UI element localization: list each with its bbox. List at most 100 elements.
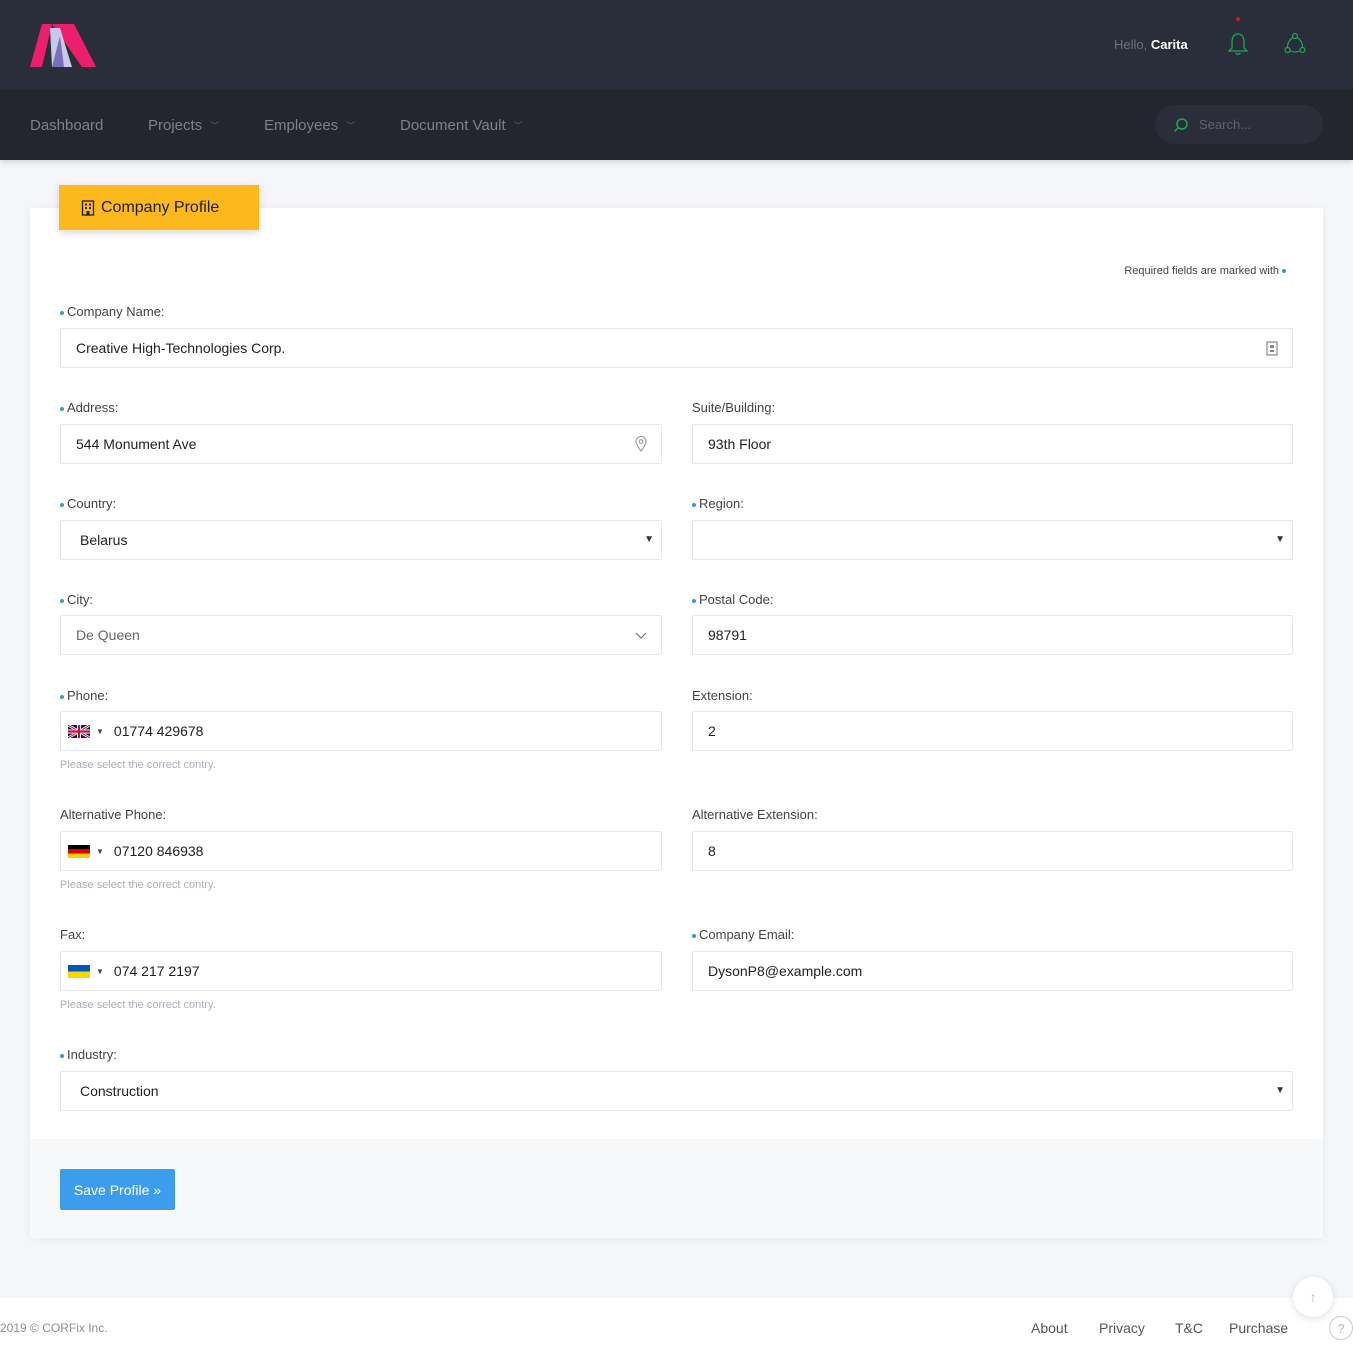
footer-link-privacy[interactable]: Privacy — [1099, 1320, 1145, 1336]
suite-label-text: Suite/Building: — [692, 400, 776, 415]
required-dot — [60, 598, 64, 603]
postal-code-label: Postal Code: — [692, 592, 773, 607]
region-select[interactable]: ▼ — [692, 520, 1293, 560]
city-select[interactable]: De Queen — [60, 615, 662, 655]
copyright-text: 2019 © CORFix Inc. — [0, 1321, 108, 1335]
required-dot — [1282, 269, 1286, 274]
phone-country-picker[interactable]: ▼ — [68, 724, 104, 738]
card-title-badge: Company Profile — [59, 185, 259, 230]
arrow-up-icon: ↑ — [1309, 1289, 1317, 1305]
phone-hint: Please select the correct contry. — [60, 759, 216, 771]
search-input[interactable] — [1199, 117, 1309, 132]
nav-document-vault-label: Document Vault — [400, 117, 506, 134]
region-label: Region: — [692, 496, 744, 511]
required-dot — [60, 694, 64, 699]
alt-phone-label-text: Alternative Phone: — [60, 807, 167, 822]
postal-code-label-text: Postal Code: — [699, 592, 774, 607]
company-email-input[interactable]: DysonP8@example.com — [692, 951, 1293, 991]
card-title: Company Profile — [101, 198, 220, 216]
question-mark-icon: ? — [1337, 1320, 1345, 1336]
alt-phone-country-picker[interactable]: ▼ — [68, 844, 104, 858]
required-dot — [692, 502, 696, 507]
alt-extension-label: Alternative Extension: — [692, 807, 818, 822]
country-select[interactable]: Belarus ▼ — [60, 520, 662, 560]
industry-label-text: Industry: — [67, 1047, 117, 1062]
extension-value: 2 — [708, 723, 716, 739]
suite-input[interactable]: 93th Floor — [692, 424, 1293, 464]
suite-label: Suite/Building: — [692, 400, 775, 415]
nav-dashboard-label: Dashboard — [30, 117, 104, 134]
caret-down-icon: ▼ — [96, 726, 104, 736]
share-network-icon[interactable] — [1284, 32, 1306, 56]
footer-link-tc[interactable]: T&C — [1175, 1320, 1203, 1336]
caret-down-icon: ▼ — [1275, 534, 1285, 545]
nav-document-vault[interactable]: Document Vault ﹀ — [400, 117, 523, 134]
required-note-text: Required fields are marked with — [1124, 265, 1279, 277]
extension-label: Extension: — [692, 688, 753, 703]
uk-flag-icon — [68, 724, 90, 738]
search-box[interactable] — [1155, 105, 1323, 144]
alt-extension-input[interactable]: 8 — [692, 831, 1293, 871]
chevron-down-icon: ﹀ — [210, 121, 220, 131]
building-icon — [1266, 341, 1278, 356]
address-value: 544 Monument Ave — [76, 436, 197, 452]
country-label: Country: — [60, 496, 116, 511]
required-fields-note: Required fields are marked with — [1124, 265, 1289, 277]
phone-value: 01774 429678 — [113, 723, 204, 739]
company-email-value: DysonP8@example.com — [708, 963, 863, 979]
industry-select[interactable]: Construction ▼ — [60, 1071, 1293, 1111]
chevron-down-icon — [635, 632, 647, 639]
app-logo[interactable] — [30, 24, 96, 67]
fax-country-picker[interactable]: ▼ — [68, 964, 104, 978]
city-label: City: — [60, 592, 93, 607]
company-name-label: Company Name: — [60, 304, 165, 319]
region-label-text: Region: — [699, 496, 744, 511]
address-input[interactable]: 544 Monument Ave — [60, 424, 662, 464]
fax-input[interactable]: ▼ 074 217 2197 — [60, 951, 662, 991]
ukraine-flag-icon — [68, 964, 90, 978]
alt-extension-value: 8 — [708, 843, 716, 859]
required-dot — [692, 933, 696, 938]
alt-extension-label-text: Alternative Extension: — [692, 807, 818, 822]
company-email-label-text: Company Email: — [699, 927, 795, 942]
city-label-text: City: — [67, 592, 93, 607]
extension-input[interactable]: 2 — [692, 711, 1293, 751]
alt-phone-value: 07120 846938 — [113, 843, 204, 859]
nav-projects[interactable]: Projects ﹀ — [148, 117, 219, 134]
nav-employees-label: Employees — [264, 117, 339, 134]
chevron-down-icon: ﹀ — [346, 121, 356, 131]
phone-label: Phone: — [60, 688, 108, 703]
caret-down-icon: ▼ — [96, 966, 104, 976]
save-profile-button[interactable]: Save Profile » — [60, 1169, 175, 1210]
card-footer — [30, 1139, 1323, 1238]
city-value: De Queen — [76, 627, 140, 643]
industry-label: Industry: — [60, 1047, 117, 1062]
required-dot — [692, 598, 696, 603]
caret-down-icon: ▼ — [1275, 1085, 1285, 1096]
scroll-to-top-button[interactable]: ↑ — [1293, 1277, 1333, 1317]
notification-bell-icon[interactable] — [1228, 32, 1248, 56]
address-label: Address: — [60, 400, 118, 415]
company-name-value: Creative High-Technologies Corp. — [76, 340, 286, 356]
main-navigation: Dashboard Projects ﹀ Employees ﹀ Documen… — [0, 90, 1353, 160]
search-icon — [1173, 117, 1188, 132]
fax-value: 074 217 2197 — [113, 963, 200, 979]
required-dot — [60, 1053, 64, 1058]
alt-phone-input[interactable]: ▼ 07120 846938 — [60, 831, 662, 871]
user-greeting[interactable]: Hello, Carita — [1114, 37, 1188, 52]
address-label-text: Address: — [67, 400, 119, 415]
alt-phone-label: Alternative Phone: — [60, 807, 166, 822]
help-button[interactable]: ? — [1329, 1316, 1353, 1340]
footer-link-purchase[interactable]: Purchase — [1229, 1320, 1288, 1336]
nav-dashboard[interactable]: Dashboard — [30, 117, 103, 134]
company-name-input[interactable]: Creative High-Technologies Corp. — [60, 328, 1293, 368]
postal-code-value: 98791 — [708, 627, 747, 643]
phone-input[interactable]: ▼ 01774 429678 — [60, 711, 662, 751]
postal-code-input[interactable]: 98791 — [692, 615, 1293, 655]
nav-employees[interactable]: Employees ﹀ — [264, 117, 355, 134]
suite-value: 93th Floor — [708, 436, 772, 452]
footer-link-about[interactable]: About — [1031, 1320, 1068, 1336]
fax-hint: Please select the correct contry. — [60, 999, 216, 1011]
required-dot — [60, 406, 64, 411]
top-header: Hello, Carita — [0, 0, 1353, 90]
